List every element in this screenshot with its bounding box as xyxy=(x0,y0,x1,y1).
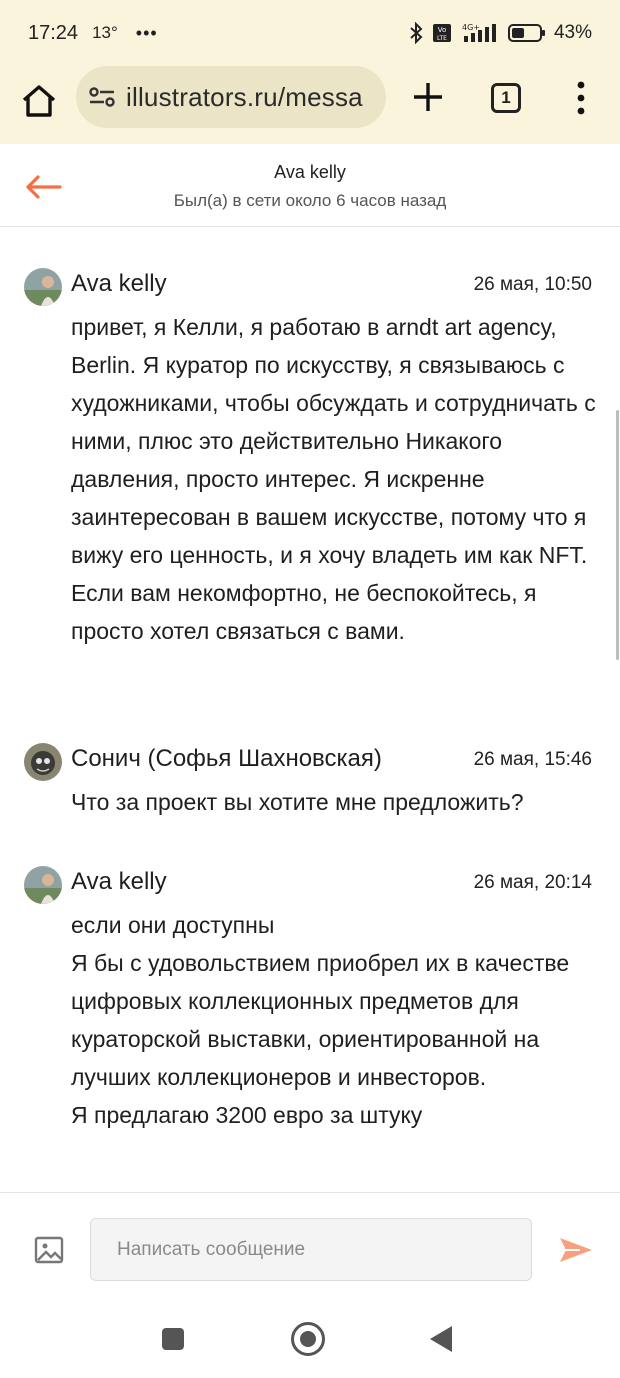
status-bar: 17:24 13° ••• Vo LTE 4G+ 43% xyxy=(0,0,620,66)
message-author[interactable]: Ava kelly xyxy=(71,868,167,896)
avatar[interactable] xyxy=(24,866,62,904)
svg-text:LTE: LTE xyxy=(437,35,447,42)
recent-apps-button[interactable] xyxy=(162,1328,184,1350)
site-settings-icon[interactable] xyxy=(88,85,116,109)
avatar[interactable] xyxy=(24,743,62,781)
battery-icon xyxy=(507,24,545,42)
message-author[interactable]: Ava kelly xyxy=(71,270,167,298)
back-button[interactable] xyxy=(430,1326,452,1352)
browser-toolbar: illustrators.ru/messa 1 xyxy=(0,66,620,144)
message-composer xyxy=(0,1192,620,1292)
message-timestamp: 26 мая, 10:50 xyxy=(473,274,592,295)
message-timestamp: 26 мая, 15:46 xyxy=(473,749,592,770)
system-navigation-bar xyxy=(0,1292,620,1378)
signal-icon: 4G+ xyxy=(462,23,496,42)
svg-text:4G+: 4G+ xyxy=(462,23,480,32)
attach-image-icon[interactable] xyxy=(34,1235,64,1265)
message-text: привет, я Келли, я работаю в arndt art a… xyxy=(71,314,596,644)
chat-contact-name: Ava kelly xyxy=(274,162,346,182)
chat-header: Ava kelly Был(а) в сети около 6 часов на… xyxy=(0,144,620,227)
home-button[interactable] xyxy=(291,1322,325,1356)
message-input[interactable] xyxy=(90,1218,532,1281)
temperature: 13° xyxy=(92,23,118,42)
avatar[interactable] xyxy=(24,268,62,306)
message-text: если они доступны Я бы с удовольствием п… xyxy=(71,912,570,1128)
tab-switcher-button[interactable]: 1 xyxy=(491,83,521,113)
address-bar[interactable]: illustrators.ru/messa xyxy=(76,66,386,128)
scrollbar[interactable] xyxy=(616,410,619,660)
bluetooth-icon xyxy=(410,22,423,44)
svg-text:Vo: Vo xyxy=(438,26,447,34)
url-text: illustrators.ru/messa xyxy=(126,81,363,112)
battery-percentage: 43% xyxy=(553,22,592,43)
more-notifications-icon: ••• xyxy=(135,22,158,43)
clock: 17:24 xyxy=(28,21,79,44)
chat-contact-status: Был(а) в сети около 6 часов назад xyxy=(173,191,447,210)
message-timestamp: 26 мая, 20:14 xyxy=(473,872,592,893)
send-icon[interactable] xyxy=(558,1235,594,1265)
volte-icon: Vo LTE xyxy=(432,24,451,42)
more-menu-icon[interactable] xyxy=(570,78,592,118)
message-text: Что за проект вы хотите мне предложить? xyxy=(71,789,524,815)
home-icon[interactable] xyxy=(20,82,58,120)
new-tab-icon[interactable] xyxy=(410,79,446,115)
message-author[interactable]: Сонич (Софья Шахновская) xyxy=(71,745,382,773)
